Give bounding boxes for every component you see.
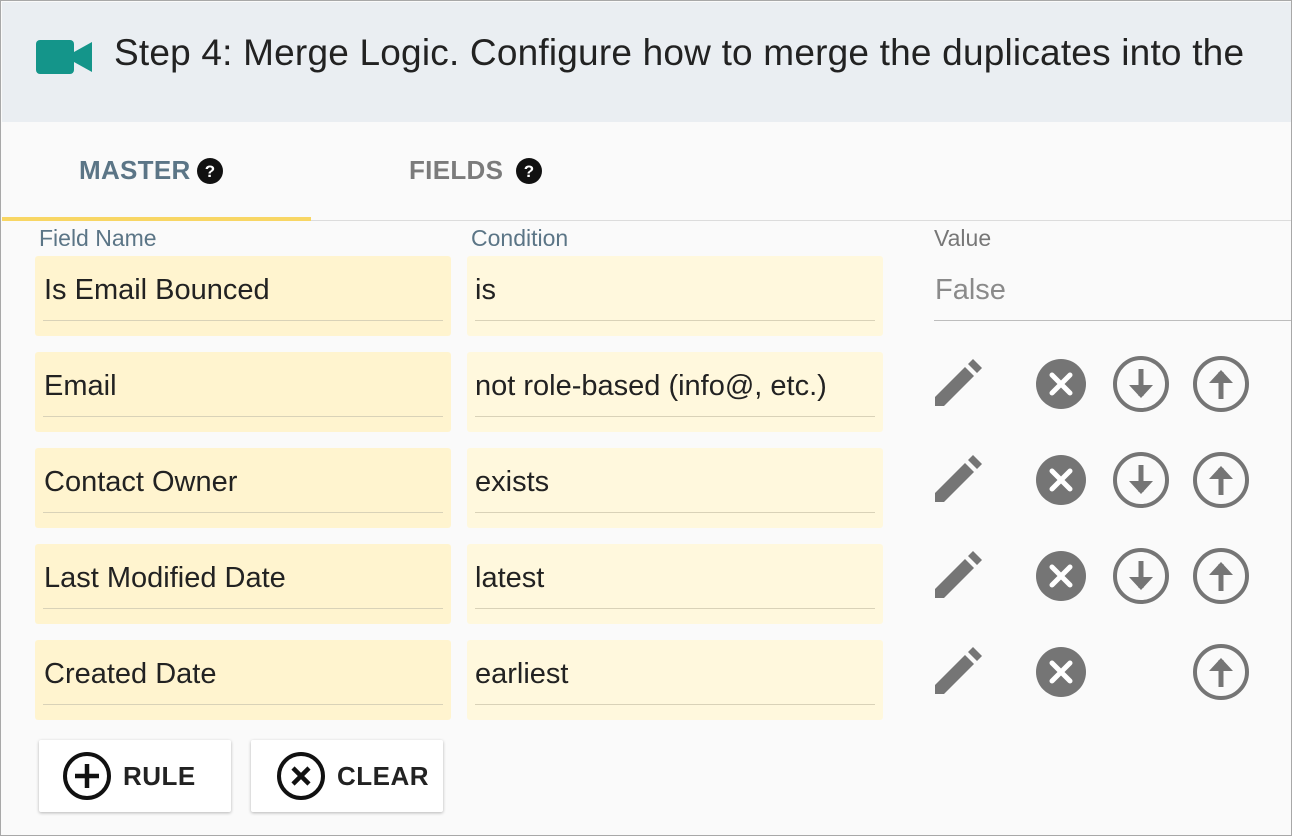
help-icon[interactable]: ? <box>516 157 543 184</box>
plus-circle-icon <box>63 752 111 800</box>
svg-text:?: ? <box>524 162 534 181</box>
tab-master-label: MASTER <box>79 155 191 185</box>
add-rule-button[interactable]: RULE <box>39 740 231 812</box>
condition-select[interactable]: is <box>467 256 883 336</box>
tab-fields[interactable]: FIELDS ? <box>311 122 611 219</box>
field-name-select[interactable]: Last Modified Date <box>35 544 451 624</box>
condition-text: latest <box>475 562 545 594</box>
window-frame: Step 4: Merge Logic. Configure how to me… <box>0 0 1292 836</box>
remove-rule-button[interactable] <box>1031 354 1091 414</box>
move-up-button[interactable] <box>1191 642 1251 702</box>
edit-rule-button[interactable] <box>927 546 987 606</box>
close-circle-icon <box>1036 359 1086 409</box>
page-title: Step 4: Merge Logic. Configure how to me… <box>114 32 1245 73</box>
column-header-field-name: Field Name <box>39 225 157 251</box>
column-header-value: Value <box>934 225 992 251</box>
edit-rule-button[interactable] <box>927 642 987 702</box>
move-up-button[interactable] <box>1191 546 1251 606</box>
edit-rule-button[interactable] <box>927 450 987 510</box>
video-camera-icon <box>36 40 92 74</box>
remove-rule-button[interactable] <box>1031 450 1091 510</box>
field-name-text: Email <box>44 370 117 402</box>
arrow-down-circle-icon <box>1113 548 1169 604</box>
tab-fields-label: FIELDS <box>409 155 504 185</box>
arrow-up-circle-icon <box>1193 356 1249 412</box>
condition-text: earliest <box>475 658 569 690</box>
edit-rule-button[interactable] <box>927 354 987 414</box>
field-name-text: Last Modified Date <box>44 562 286 594</box>
clear-button[interactable]: CLEAR <box>251 740 443 812</box>
field-name-select[interactable]: Email <box>35 352 451 432</box>
value-text: False <box>935 274 1006 306</box>
move-down-button[interactable] <box>1111 546 1171 606</box>
close-circle-icon <box>1036 455 1086 505</box>
move-down-button[interactable] <box>1111 354 1171 414</box>
remove-rule-button[interactable] <box>1031 642 1091 702</box>
move-up-button[interactable] <box>1191 450 1251 510</box>
condition-text: is <box>475 274 496 306</box>
condition-text: not role-based (info@, etc.) <box>475 370 827 402</box>
field-name-text: Contact Owner <box>44 466 238 498</box>
condition-select[interactable]: exists <box>467 448 883 528</box>
help-icon[interactable]: ? <box>196 157 223 184</box>
pencil-icon <box>935 647 982 694</box>
tab-bar: MASTER ? FIELDS ? <box>2 122 1291 221</box>
close-circle-outline-icon <box>277 752 325 800</box>
condition-select[interactable]: latest <box>467 544 883 624</box>
arrow-up-circle-icon <box>1193 548 1249 604</box>
add-rule-label: RULE <box>123 760 196 791</box>
arrow-down-circle-icon <box>1113 452 1169 508</box>
field-name-text: Created Date <box>44 658 217 690</box>
move-up-button[interactable] <box>1191 354 1251 414</box>
field-name-select[interactable]: Contact Owner <box>35 448 451 528</box>
pencil-icon <box>935 359 982 406</box>
field-name-text: Is Email Bounced <box>44 274 270 306</box>
remove-rule-button[interactable] <box>1031 546 1091 606</box>
close-circle-icon <box>1036 551 1086 601</box>
arrow-down-circle-icon <box>1113 356 1169 412</box>
move-down-button[interactable] <box>1111 450 1171 510</box>
condition-select[interactable]: earliest <box>467 640 883 720</box>
field-name-select[interactable]: Is Email Bounced <box>35 256 451 336</box>
column-header-condition: Condition <box>471 225 569 251</box>
condition-text: exists <box>475 466 550 498</box>
pencil-icon <box>935 455 982 502</box>
tab-master[interactable]: MASTER ? <box>2 122 311 221</box>
svg-text:?: ? <box>204 162 214 181</box>
header-bar: Step 4: Merge Logic. Configure how to me… <box>2 2 1291 122</box>
arrow-up-circle-icon <box>1193 644 1249 700</box>
pencil-icon <box>935 551 982 598</box>
clear-label: CLEAR <box>337 760 430 791</box>
value-input[interactable]: False <box>934 257 1291 321</box>
arrow-up-circle-icon <box>1193 452 1249 508</box>
close-circle-icon <box>1036 647 1086 697</box>
field-name-select[interactable]: Created Date <box>35 640 451 720</box>
condition-select[interactable]: not role-based (info@, etc.) <box>467 352 883 432</box>
active-tab-indicator <box>2 217 311 221</box>
